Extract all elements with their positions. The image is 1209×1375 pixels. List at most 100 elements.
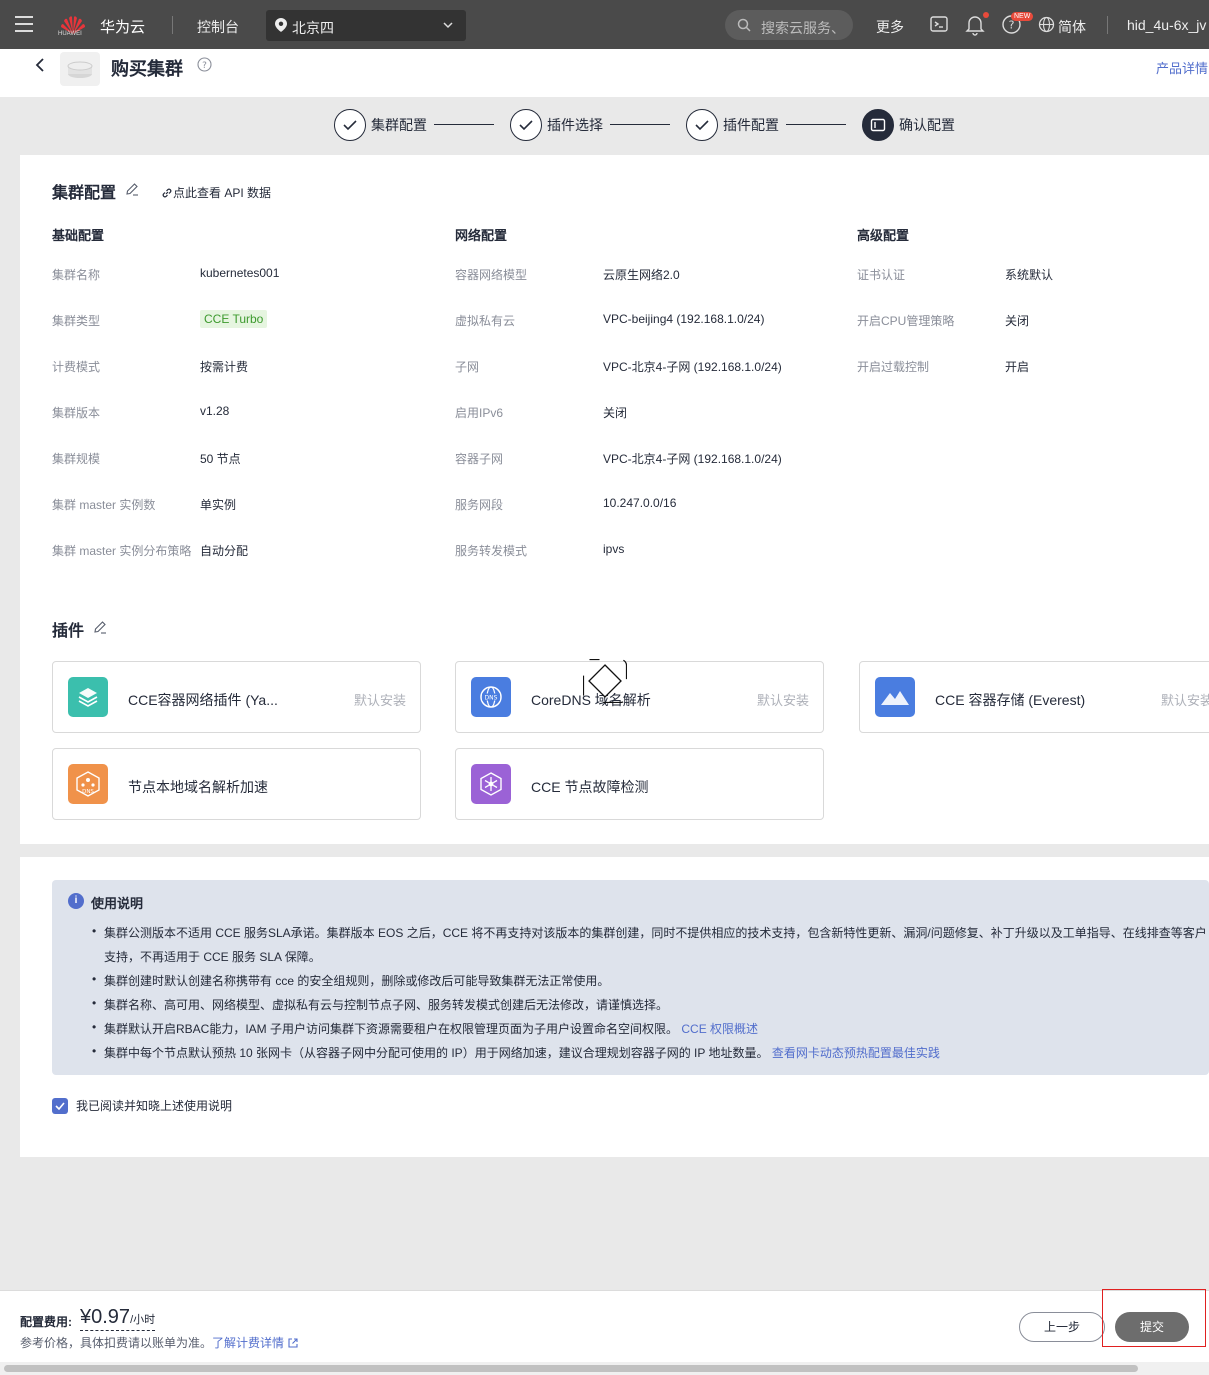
network-model-value: 云原生网络2.0 <box>603 268 680 282</box>
notice-item-text: 集群中每个节点默认预热 10 张网卡（从容器子网中分配可使用的 IP）用于网络加… <box>104 1046 769 1060</box>
notice-item: 集群创建时默认创建名称携带有 cce 的安全组规则，删除或修改后可能导致集群无法… <box>92 972 609 989</box>
cluster-version-label: 集群版本 <box>52 406 101 420</box>
plugin-name: CCE 容器存储 (Everest) <box>935 692 1086 708</box>
notice-item: 集群名称、高可用、网络模型、虚拟私有云与控制节点子网、服务转发模式创建后无法修改… <box>92 996 668 1013</box>
cluster-name-value: kubernetes001 <box>200 266 280 280</box>
service-cidr-label: 服务网段 <box>455 498 504 512</box>
local-dns-icon: DNS <box>68 764 108 804</box>
plugin-card-local-dns[interactable]: DNS 节点本地域名解析加速 <box>52 748 421 820</box>
step-cluster-config[interactable]: 集群配置 <box>334 109 427 141</box>
more-menu[interactable]: 更多 <box>876 17 904 37</box>
svg-text:?: ? <box>202 61 207 71</box>
chevron-down-icon <box>443 22 453 29</box>
terminal-icon[interactable] <box>929 14 949 34</box>
forwarding-mode-label: 服务转发模式 <box>455 544 528 558</box>
master-distribution-label: 集群 master 实例分布策略 <box>52 544 192 558</box>
info-icon: i <box>68 893 84 909</box>
plugins-title: 插件 <box>52 623 85 640</box>
scrollbar-thumb[interactable] <box>4 1365 1138 1372</box>
product-details-link[interactable]: 产品详情 <box>1156 58 1208 77</box>
globe-icon[interactable] <box>1038 16 1055 33</box>
step-confirm-config: 确认配置 <box>862 109 955 141</box>
highlight-box <box>1102 1289 1206 1347</box>
cluster-scale-value: 50 节点 <box>200 452 241 466</box>
step-connector <box>610 124 670 125</box>
top-navbar: HUAWEI 华为云 控制台 北京四 搜索云服务、 更多 ? NEW 简体 hi… <box>0 0 1209 49</box>
footer-bar: 配置费用: ¥0.97/小时 参考价格，具体扣费请以账单为准。了解计费详情 上一… <box>0 1289 1209 1362</box>
step-label: 确认配置 <box>899 117 955 133</box>
horizontal-scrollbar[interactable] <box>0 1362 1209 1375</box>
advanced-config-title: 高级配置 <box>857 228 910 243</box>
cluster-scale-label: 集群规模 <box>52 452 101 466</box>
price-unit: /小时 <box>130 1314 156 1326</box>
billing-mode-label: 计费模式 <box>52 360 101 374</box>
cluster-name-label: 集群名称 <box>52 268 101 282</box>
plugin-card-yangtse[interactable]: CCE容器网络插件 (Ya... 默认安装 <box>52 661 421 733</box>
storage-icon <box>875 677 915 717</box>
link-icon <box>162 188 172 198</box>
search-placeholder: 搜索云服务、 <box>761 20 845 36</box>
fee-label: 配置费用: <box>20 1315 72 1329</box>
edit-icon[interactable] <box>93 620 107 634</box>
service-cidr-value: 10.247.0.0/16 <box>603 496 677 510</box>
new-badge: NEW <box>1011 12 1034 21</box>
container-subnet-value: VPC-北京4-子网 (192.168.1.0/24) <box>603 452 782 466</box>
region-select[interactable]: 北京四 <box>266 10 466 41</box>
language-select[interactable]: 简体 <box>1058 17 1086 37</box>
nic-prewarm-best-practice-link[interactable]: 查看网卡动态预热配置最佳实践 <box>772 1046 940 1060</box>
user-account[interactable]: hid_4u-6x_jv <box>1127 17 1206 33</box>
notification-dot <box>983 12 989 18</box>
console-link[interactable]: 控制台 <box>197 17 239 37</box>
fee-price[interactable]: ¥0.97/小时 <box>80 1307 156 1331</box>
divider <box>1107 16 1108 34</box>
search-input[interactable]: 搜索云服务、 <box>725 10 853 40</box>
step-plugin-config[interactable]: 插件配置 <box>686 109 779 141</box>
search-icon <box>737 18 751 32</box>
previous-step-button[interactable]: 上一步 <box>1019 1312 1105 1342</box>
hamburger-menu-icon[interactable] <box>15 16 33 32</box>
view-api-data-link[interactable]: 点此查看 API 数据 <box>161 184 271 201</box>
network-model-label: 容器网络模型 <box>455 268 528 282</box>
usage-notice-panel: i 使用说明 集群公测版本不适用 CCE 服务SLA承诺。集群版本 EOS 之后… <box>20 857 1209 1157</box>
notice-item: 集群中每个节点默认预热 10 张网卡（从容器子网中分配可使用的 IP）用于网络加… <box>92 1044 940 1061</box>
divider <box>172 16 173 34</box>
plugin-install-state: 默认安装 <box>1160 693 1209 708</box>
subnet-label: 子网 <box>455 360 480 374</box>
master-count-label: 集群 master 实例数 <box>52 498 156 512</box>
network-config-title: 网络配置 <box>455 228 508 243</box>
help-circle-icon[interactable]: ? <box>197 57 212 72</box>
cluster-type-label: 集群类型 <box>52 314 101 328</box>
back-arrow-icon[interactable] <box>33 56 47 74</box>
fee-note: 参考价格，具体扣费请以账单为准。了解计费详情 <box>20 1334 299 1351</box>
bell-icon[interactable] <box>965 14 985 36</box>
svg-text:DNS: DNS <box>485 695 498 702</box>
notice-item-text: 集群默认开启RBAC能力，IAM 子用户访问集群下资源需要租户在权限管理页面为子… <box>104 1022 679 1036</box>
plugin-card-coredns[interactable]: DNS CoreDNS 域名解析 默认安装 <box>455 661 824 733</box>
cce-permission-link[interactable]: CCE 权限概述 <box>681 1022 758 1036</box>
check-icon <box>510 109 542 141</box>
notice-title: 使用说明 <box>91 896 144 911</box>
cluster-config-panel: 集群配置 点此查看 API 数据 基础配置 网络配置 高级配置 集群名称 kub… <box>20 155 1209 844</box>
step-connector <box>786 124 846 125</box>
step-label: 插件配置 <box>723 117 779 133</box>
usage-notice: i 使用说明 集群公测版本不适用 CCE 服务SLA承诺。集群版本 EOS 之后… <box>52 880 1209 1075</box>
subnet-value: VPC-北京4-子网 (192.168.1.0/24) <box>603 360 782 374</box>
step-label: 集群配置 <box>371 117 427 133</box>
rotate-handle-icon[interactable] <box>583 659 627 703</box>
plugin-card-everest[interactable]: CCE 容器存储 (Everest) 默认安装 <box>859 661 1209 733</box>
agree-checkbox[interactable]: 我已阅读并知晓上述使用说明 <box>52 1097 232 1114</box>
checkbox-checked-icon[interactable] <box>52 1097 68 1114</box>
container-subnet-label: 容器子网 <box>455 452 504 466</box>
plugin-install-state: 默认安装 <box>756 693 809 708</box>
confirm-icon <box>862 109 894 141</box>
billing-details-link[interactable]: 了解计费详情 <box>212 1336 299 1350</box>
step-plugin-select[interactable]: 插件选择 <box>510 109 603 141</box>
plugin-card-npd[interactable]: CCE 节点故障检测 <box>455 748 824 820</box>
plugin-name: CCE 节点故障检测 <box>531 779 649 795</box>
cpu-policy-label: 开启CPU管理策略 <box>857 314 955 328</box>
basic-config-title: 基础配置 <box>52 228 105 243</box>
edit-icon[interactable] <box>125 182 139 196</box>
cluster-version-value: v1.28 <box>200 404 230 418</box>
brand-name[interactable]: 华为云 <box>100 16 145 37</box>
logo-wordmark: HUAWEI <box>58 31 82 37</box>
